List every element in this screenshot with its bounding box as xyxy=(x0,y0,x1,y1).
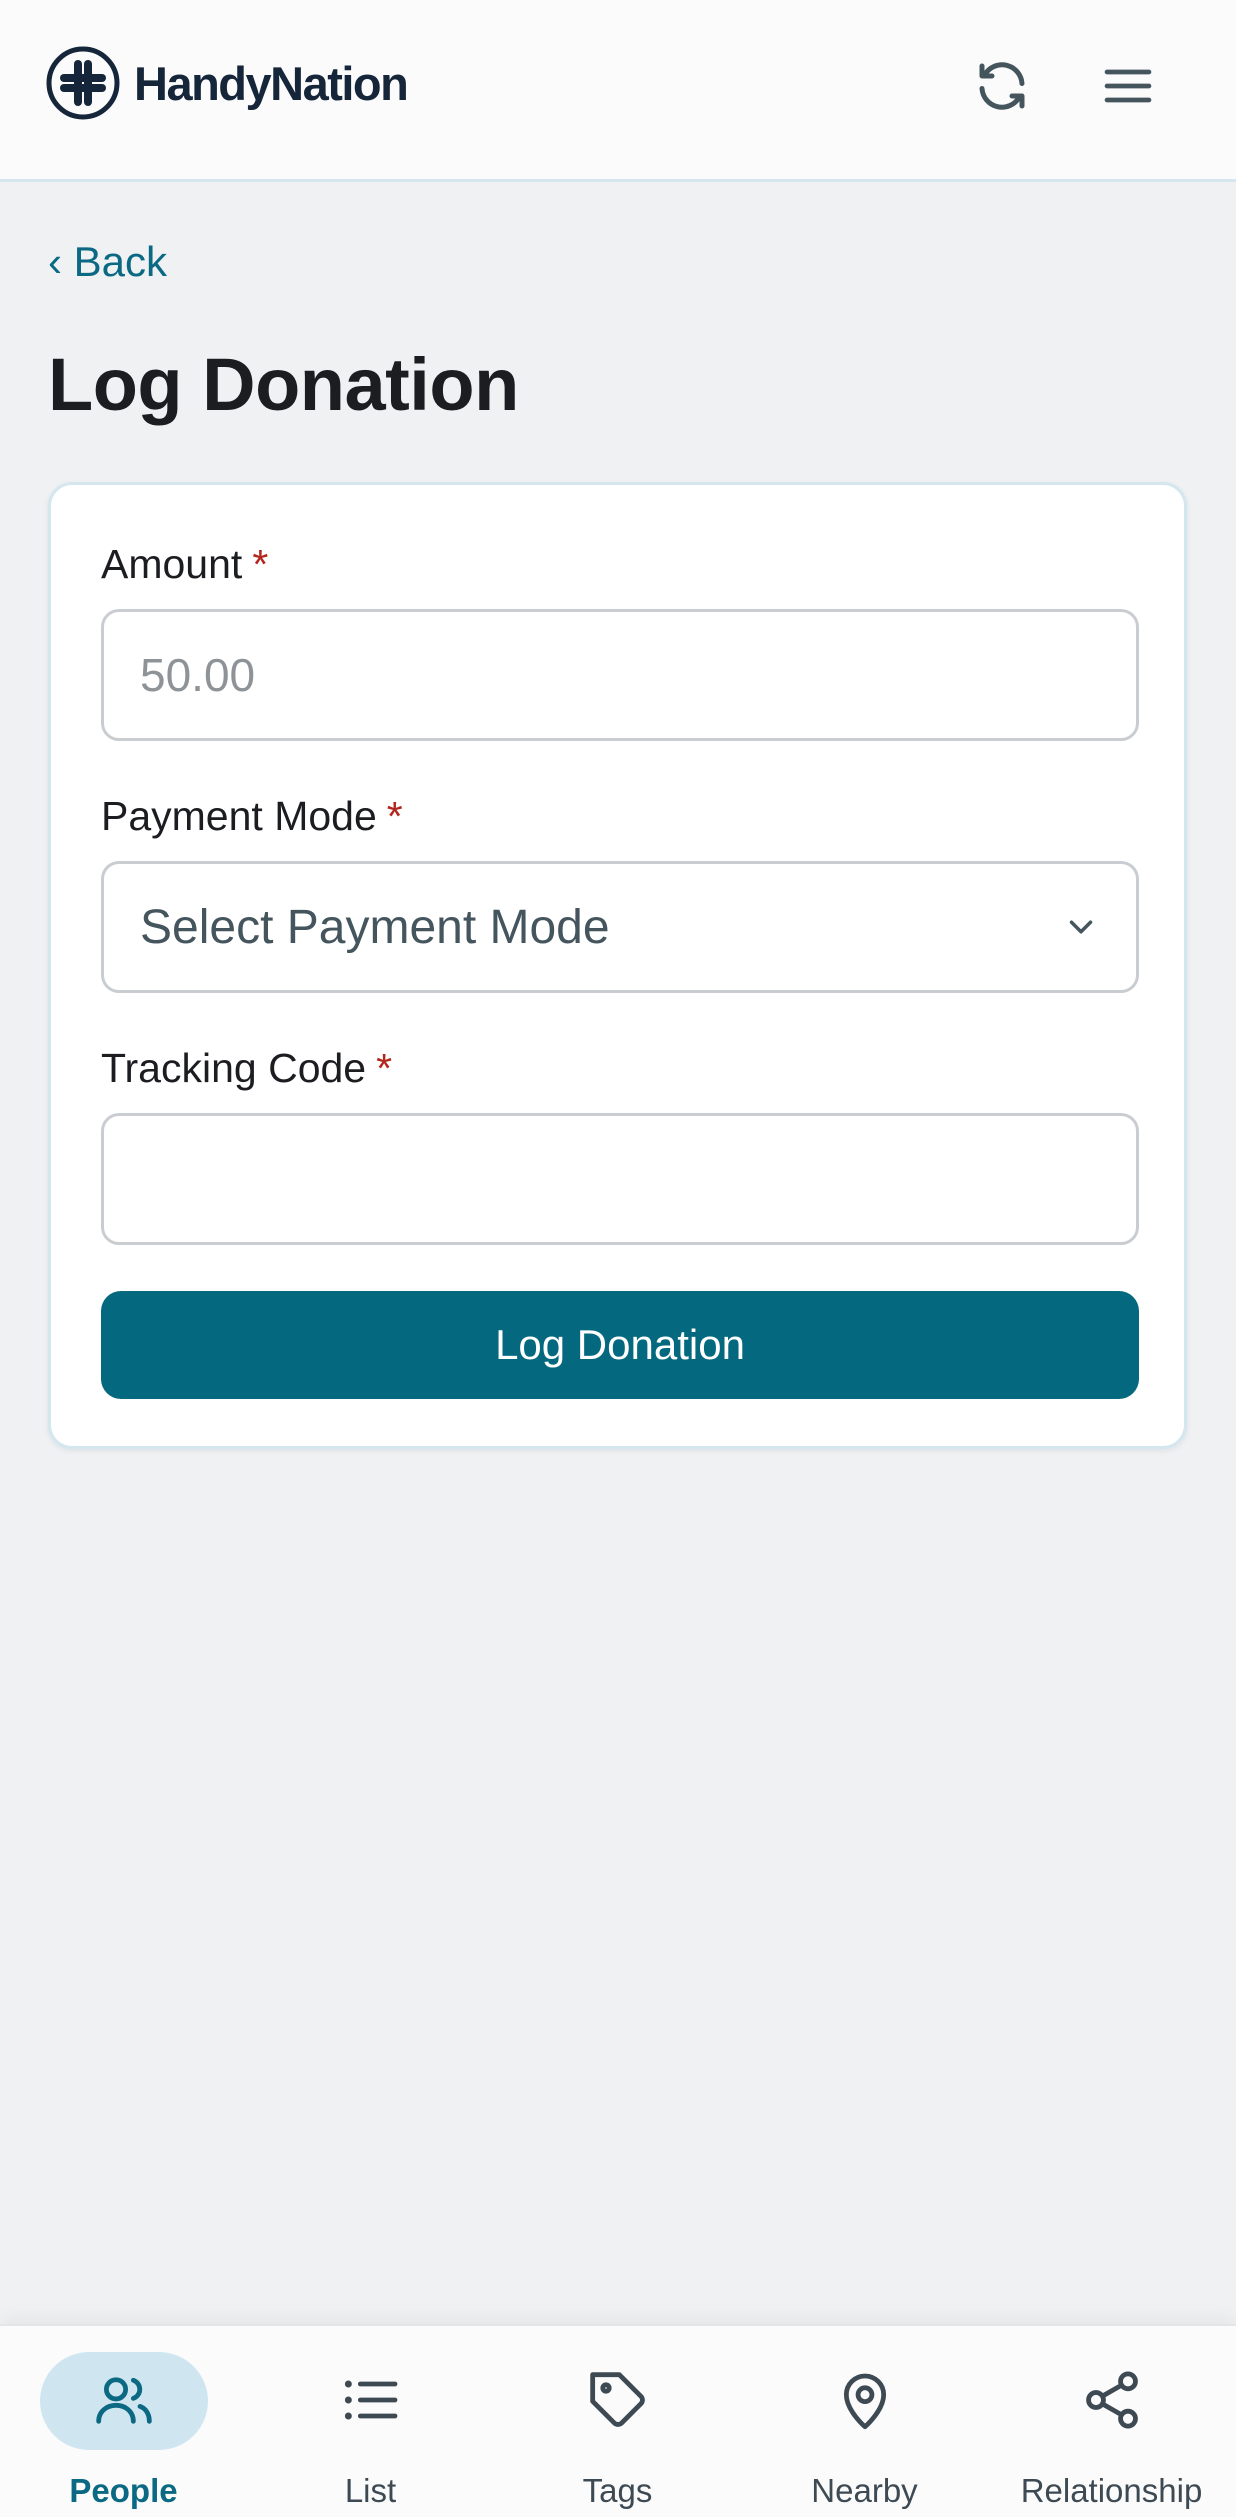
log-donation-button[interactable]: Log Donation xyxy=(101,1291,1139,1399)
bottom-nav: People List Tags Nearby Relationship xyxy=(0,2324,1236,2517)
tag-icon xyxy=(589,2372,645,2427)
payment-mode-selected: Select Payment Mode xyxy=(140,900,610,954)
brand-logo[interactable]: HandyNation xyxy=(46,46,409,120)
nav-label: Relationship xyxy=(1020,2472,1203,2509)
required-asterisk: * xyxy=(376,1045,393,1091)
people-icon xyxy=(95,2377,152,2424)
location-pin-icon xyxy=(843,2373,886,2430)
payment-mode-select[interactable]: Select Payment Mode xyxy=(101,861,1139,993)
required-asterisk: * xyxy=(252,541,269,587)
list-icon xyxy=(344,2380,397,2420)
nav-item-relationship[interactable]: Relationship xyxy=(988,2326,1235,2517)
nav-label: People xyxy=(69,2472,178,2509)
required-asterisk: * xyxy=(386,793,403,839)
share-network-icon xyxy=(1085,2371,1138,2429)
nav-label: Nearby xyxy=(811,2472,918,2509)
amount-label: Amount * xyxy=(101,541,268,588)
hamburger-menu-icon xyxy=(1104,69,1152,103)
page-title: Log Donation xyxy=(48,343,519,426)
nav-item-nearby[interactable]: Nearby xyxy=(741,2326,988,2517)
payment-mode-label-text: Payment Mode xyxy=(101,793,377,839)
chevron-down-icon xyxy=(1069,920,1093,934)
nav-label: List xyxy=(344,2472,397,2509)
logo-icon xyxy=(46,46,120,120)
donation-form-card: Amount* Payment Mode* Select Payment Mod… xyxy=(48,482,1187,1449)
nav-label: Tags xyxy=(582,2472,653,2509)
nav-item-list[interactable]: List xyxy=(247,2326,494,2517)
nav-item-people[interactable]: People xyxy=(0,2326,247,2517)
amount-label-text: Amount xyxy=(101,541,243,587)
brand-name: HandyNation xyxy=(134,56,409,110)
refresh-icon xyxy=(979,62,1025,110)
tracking-code-label: Tracking Code * xyxy=(101,1045,392,1092)
app-header: HandyNation xyxy=(0,0,1236,182)
payment-mode-label: Payment Mode * xyxy=(101,793,403,840)
back-link[interactable]: ‹ Back xyxy=(48,238,167,286)
nav-item-tags[interactable]: Tags xyxy=(494,2326,741,2517)
menu-button[interactable] xyxy=(1092,50,1164,122)
tracking-code-input[interactable] xyxy=(101,1113,1139,1245)
amount-input[interactable] xyxy=(101,609,1139,741)
tracking-code-label-text: Tracking Code xyxy=(101,1045,367,1091)
refresh-button[interactable] xyxy=(966,50,1038,122)
